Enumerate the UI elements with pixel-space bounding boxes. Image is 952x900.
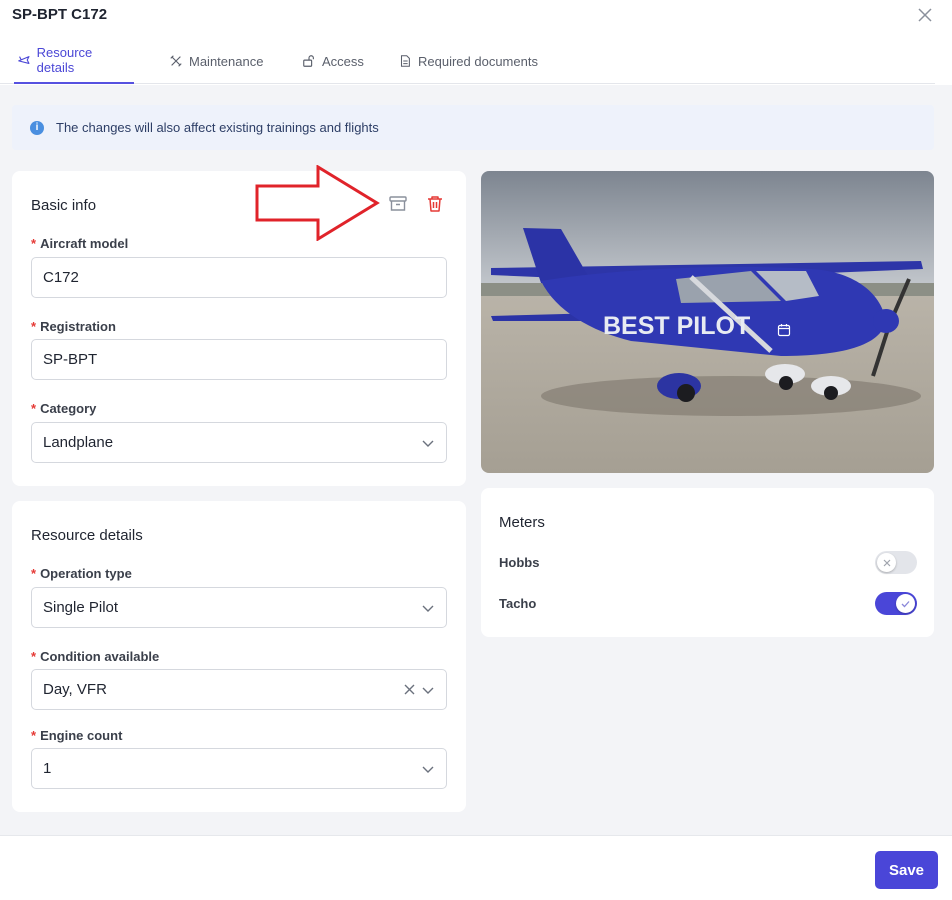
tacho-toggle[interactable]	[875, 592, 917, 615]
meters-title: Meters	[499, 514, 545, 531]
meter-label: Hobbs	[499, 555, 540, 570]
chevron-down-icon	[422, 766, 434, 773]
tab-label: Maintenance	[189, 53, 264, 69]
livery-text: BEST PILOT	[603, 312, 750, 340]
unlock-icon	[303, 55, 314, 67]
resource-details-card: Resource details * Operation type Single …	[12, 501, 466, 812]
banner-text: The changes will also affect existing tr…	[56, 120, 379, 135]
tab-label: Required documents	[418, 53, 538, 69]
meter-row-hobbs: Hobbs	[499, 551, 917, 575]
document-icon	[400, 55, 410, 67]
registration-input[interactable]: SP-BPT	[31, 339, 447, 380]
engine-count-select[interactable]: 1	[31, 748, 447, 789]
trash-icon[interactable]	[423, 192, 447, 216]
aircraft-model-input[interactable]: C172	[31, 257, 447, 298]
clear-icon[interactable]	[403, 683, 416, 696]
chevron-down-icon	[422, 687, 434, 694]
meter-label: Tacho	[499, 596, 537, 611]
archive-icon[interactable]	[386, 192, 410, 216]
calendar-icon	[777, 324, 791, 337]
info-icon: i	[30, 120, 44, 135]
chevron-down-icon	[422, 440, 434, 447]
condition-available-select[interactable]: Day, VFR	[31, 669, 447, 710]
save-button[interactable]: Save	[875, 851, 938, 889]
registration-label: * Registration	[31, 319, 116, 334]
aircraft-photo: BEST PILOT	[481, 171, 934, 473]
tab-required-documents[interactable]: Required documents	[395, 38, 541, 84]
modal-footer: Save	[0, 835, 952, 900]
modal-header: SP-BPT C172 Resource details Maintenance…	[0, 0, 952, 85]
operation-type-label: * Operation type	[31, 566, 132, 581]
category-select[interactable]: Landplane	[31, 422, 447, 463]
tab-label: Access	[322, 53, 364, 69]
tab-bar: Resource details Maintenance Access Requ…	[0, 38, 935, 84]
page-title: SP-BPT C172	[12, 6, 108, 23]
close-icon[interactable]	[914, 4, 936, 26]
operation-type-select[interactable]: Single Pilot	[31, 587, 447, 628]
basic-info-title: Basic info	[31, 197, 97, 214]
category-label: * Category	[31, 401, 97, 416]
basic-info-card: Basic info * Aircraft model C172 * Registr…	[12, 171, 466, 486]
airplane-icon	[18, 56, 30, 64]
meter-row-tacho: Tacho	[499, 592, 917, 616]
condition-available-label: * Condition available	[31, 649, 160, 664]
tab-maintenance[interactable]: Maintenance	[166, 38, 266, 84]
tab-resource-details[interactable]: Resource details	[14, 38, 134, 84]
tools-icon	[170, 55, 182, 67]
resource-details-title: Resource details	[31, 527, 143, 544]
annotation-arrow-icon	[255, 165, 380, 241]
engine-count-label: * Engine count	[31, 728, 123, 743]
info-banner: i The changes will also affect existing …	[12, 105, 934, 150]
aircraft-model-label: * Aircraft model	[31, 236, 129, 251]
check-icon	[896, 594, 915, 613]
meters-card: Meters Hobbs Tacho	[481, 488, 934, 637]
chevron-down-icon	[422, 605, 434, 612]
tab-label: Resource details	[36, 45, 93, 75]
hobbs-toggle[interactable]	[875, 551, 917, 574]
tab-access[interactable]: Access	[299, 38, 367, 84]
close-icon	[877, 553, 896, 572]
